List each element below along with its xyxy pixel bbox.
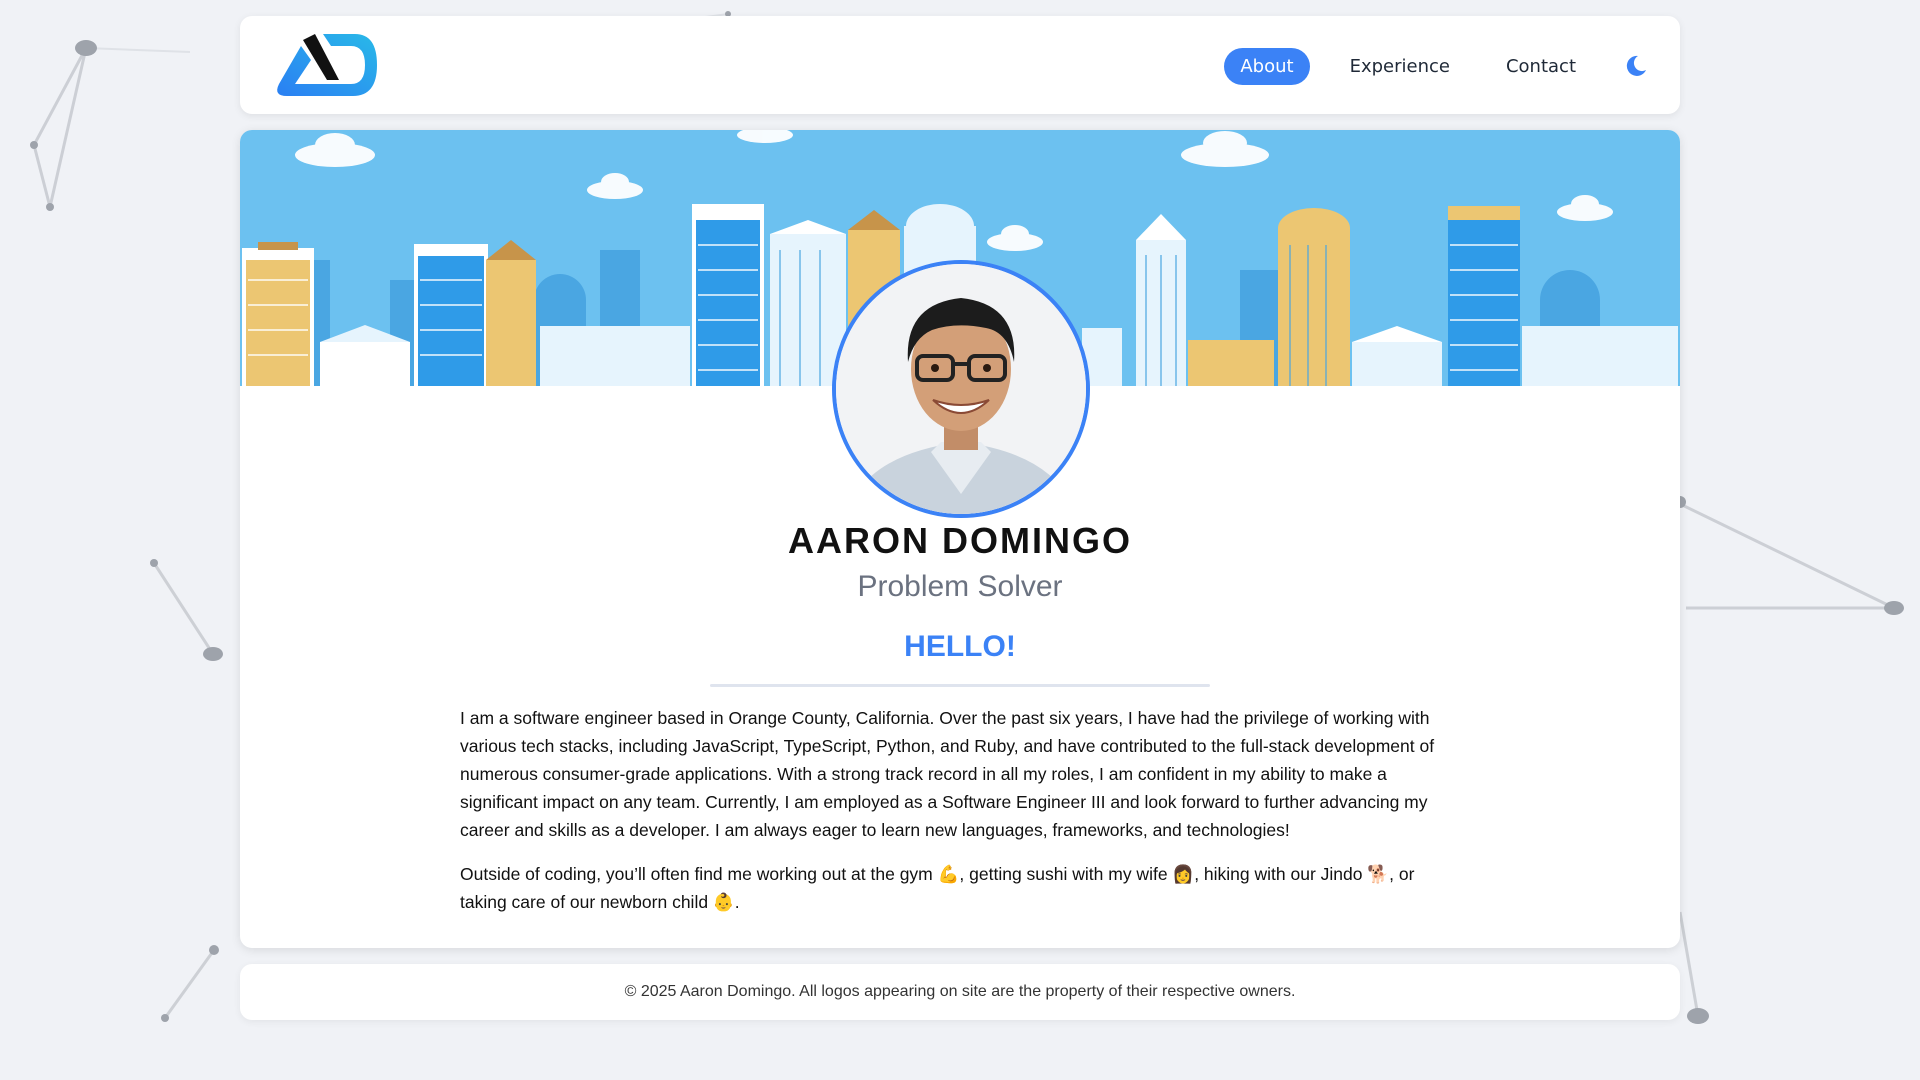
footer-copyright: © 2025 Aaron Domingo. All logos appearin… [624,983,1296,1000]
profile-title: Problem Solver [857,570,1063,603]
profile-name: AARON DOMINGO [788,520,1132,561]
nav-contact[interactable]: Contact [1490,48,1592,85]
bio-paragraph: I am a software engineer based in Orange… [460,708,1435,840]
about-card: AARON DOMINGO Problem Solver HELLO! I am… [240,130,1680,948]
moon-icon[interactable] [1622,52,1650,80]
top-navbar: About Experience Contact [240,16,1680,114]
greeting-heading: HELLO! [904,630,1016,663]
ad-logo[interactable] [273,32,379,98]
nav-experience[interactable]: Experience [1334,48,1466,85]
section-divider [710,684,1210,687]
nav-about[interactable]: About [1224,47,1310,85]
bio-section: I am a software engineer based in Orange… [460,704,1460,932]
bio-paragraph: Outside of coding, you’ll often find me … [460,864,1415,912]
profile-avatar [832,260,1090,518]
site-footer: © 2025 Aaron Domingo. All logos appearin… [240,964,1680,1020]
